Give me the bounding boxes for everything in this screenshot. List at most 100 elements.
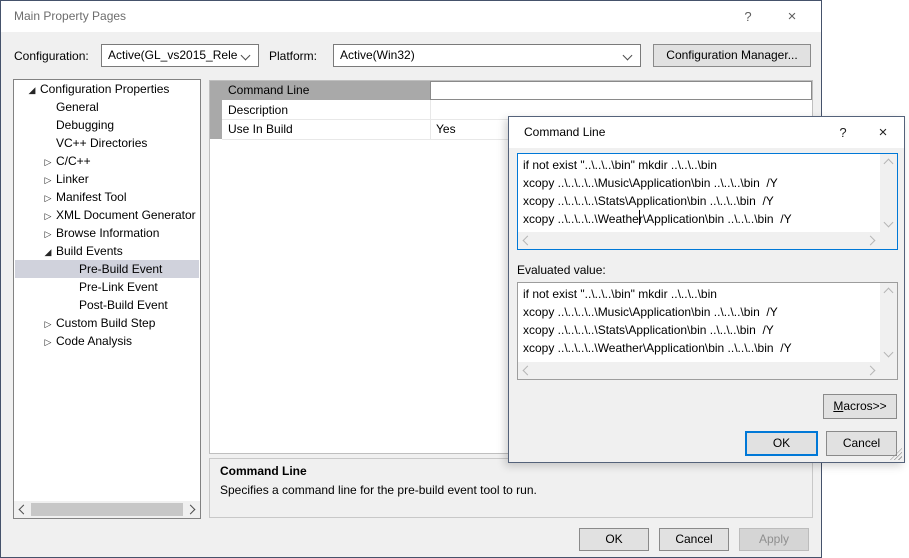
tree-collapsed-icon[interactable]: ▷ [40, 315, 56, 332]
command-line-text[interactable]: if not exist "..\..\..\bin" mkdir ..\..\… [518, 154, 880, 232]
vertical-scrollbar[interactable] [880, 283, 897, 362]
chevron-down-icon [241, 51, 251, 61]
apply-button: Apply [739, 528, 809, 551]
configuration-label: Configuration: [14, 49, 89, 63]
cancel-button[interactable]: Cancel [659, 528, 729, 551]
command-line-dialog: Command Line ? × if not exist "..\..\..\… [508, 116, 905, 463]
tree-item-linker[interactable]: ▷Linker [15, 170, 199, 188]
macros-label: Macros>> [824, 395, 896, 418]
grid-row-command-line[interactable]: Command Line [222, 81, 430, 100]
grid-column-divider[interactable] [430, 100, 431, 139]
horizontal-scrollbar[interactable] [518, 362, 880, 379]
property-name: Command Line [228, 81, 309, 100]
scroll-up-icon[interactable] [884, 159, 894, 169]
tree-expanded-icon[interactable]: ◢ [24, 81, 40, 98]
grid-row-use-in-build[interactable]: Use In Build [222, 120, 430, 139]
tree-item-label: XML Document Generator [56, 208, 196, 222]
scroll-up-icon[interactable] [884, 288, 894, 298]
tree-item-c-cpp[interactable]: ▷C/C++ [15, 152, 199, 170]
grid-row-description[interactable]: Description [222, 100, 430, 120]
tree-item-code-analysis[interactable]: ▷Code Analysis [15, 332, 199, 350]
scrollbar-corner [880, 232, 897, 249]
window-title: Main Property Pages [14, 9, 126, 23]
scroll-right-icon[interactable] [186, 505, 196, 515]
tree-item-pre-build-event[interactable]: Pre-Build Event [15, 260, 199, 278]
horizontal-scrollbar[interactable] [518, 232, 880, 249]
tree-item-general[interactable]: General [15, 98, 199, 116]
tree-expanded-icon[interactable]: ◢ [40, 243, 56, 260]
command-line-value-editbox[interactable] [430, 81, 812, 100]
macros-button[interactable]: Macros>> [823, 394, 897, 419]
close-icon[interactable]: × [866, 117, 900, 148]
tree-item-debugging[interactable]: Debugging [15, 116, 199, 134]
tree-item-build-events[interactable]: ◢Build Events [15, 242, 199, 260]
tree-item-label: Manifest Tool [56, 190, 126, 204]
dialog-cancel-button[interactable]: Cancel [826, 431, 897, 456]
tree-item-post-build-event[interactable]: Post-Build Event [15, 296, 199, 314]
property-name: Use In Build [228, 120, 293, 139]
cancel-label: Cancel [660, 529, 728, 550]
scroll-down-icon[interactable] [884, 218, 894, 228]
description-text: Specifies a command line for the pre-bui… [220, 483, 537, 497]
scroll-down-icon[interactable] [884, 348, 894, 358]
grid-row-gutter [210, 81, 222, 139]
ok-button[interactable]: OK [579, 528, 649, 551]
tree-item-label: Pre-Link Event [79, 280, 158, 294]
platform-label: Platform: [269, 49, 317, 63]
chevron-down-icon [623, 51, 633, 61]
tree-item-xml-document-generator[interactable]: ▷XML Document Generator [15, 206, 199, 224]
cancel-label: Cancel [827, 432, 896, 455]
tree-item-label: Linker [56, 172, 89, 186]
tree-item-vc-directories[interactable]: VC++ Directories [15, 134, 199, 152]
platform-dropdown[interactable]: Active(Win32) [333, 44, 641, 67]
scroll-left-icon[interactable] [523, 236, 533, 246]
configuration-dropdown[interactable]: Active(GL_vs2015_Release [101, 44, 259, 67]
description-title: Command Line [220, 464, 307, 478]
dialog-title: Command Line [524, 125, 605, 139]
tree-item-custom-build-step[interactable]: ▷Custom Build Step [15, 314, 199, 332]
tree-item-configuration-properties[interactable]: ◢Configuration Properties [15, 80, 199, 98]
dialog-titlebar[interactable]: Command Line ? × [509, 117, 904, 148]
tree-item-label: Custom Build Step [56, 316, 155, 330]
tree-item-label: VC++ Directories [56, 136, 147, 150]
dialog-ok-button[interactable]: OK [745, 431, 818, 456]
command-line-textbox[interactable]: if not exist "..\..\..\bin" mkdir ..\..\… [517, 153, 898, 250]
tree-item-manifest-tool[interactable]: ▷Manifest Tool [15, 188, 199, 206]
property-description-panel: Command Line Specifies a command line fo… [209, 458, 813, 518]
tree-item-browse-information[interactable]: ▷Browse Information [15, 224, 199, 242]
screen: Main Property Pages ? × Configuration: A… [0, 0, 909, 558]
help-icon[interactable]: ? [826, 117, 860, 148]
tree-collapsed-icon[interactable]: ▷ [40, 225, 56, 242]
tree-item-label: Code Analysis [56, 334, 132, 348]
apply-label: Apply [740, 529, 808, 550]
scroll-left-icon[interactable] [523, 366, 533, 376]
scroll-left-icon[interactable] [19, 505, 29, 515]
tree-item-label: General [56, 100, 99, 114]
scroll-right-icon[interactable] [866, 366, 876, 376]
text-caret [639, 210, 640, 225]
tree-item-label: Browse Information [56, 226, 159, 240]
scroll-right-icon[interactable] [866, 236, 876, 246]
ok-label: OK [747, 433, 816, 454]
tree-item-pre-link-event[interactable]: Pre-Link Event [15, 278, 199, 296]
scrollbar-thumb[interactable] [31, 503, 183, 516]
tree-collapsed-icon[interactable]: ▷ [40, 153, 56, 170]
tree-collapsed-icon[interactable]: ▷ [40, 333, 56, 350]
evaluated-value-textbox[interactable]: if not exist "..\..\..\bin" mkdir ..\..\… [517, 282, 898, 380]
main-window-titlebar[interactable]: Main Property Pages ? × [1, 1, 821, 32]
tree-collapsed-icon[interactable]: ▷ [40, 189, 56, 206]
tree-horizontal-scrollbar[interactable] [14, 501, 200, 518]
scrollbar-corner [880, 362, 897, 379]
tree-item-label: Debugging [56, 118, 114, 132]
configuration-value: Active(GL_vs2015_Release [108, 48, 238, 62]
close-icon[interactable]: × [775, 1, 809, 32]
help-icon[interactable]: ? [731, 1, 765, 32]
property-value[interactable]: Yes [436, 122, 456, 136]
tree-item-label: Post-Build Event [79, 298, 168, 312]
vertical-scrollbar[interactable] [880, 154, 897, 232]
tree-collapsed-icon[interactable]: ▷ [40, 207, 56, 224]
configuration-tree: ◢Configuration Properties General Debugg… [13, 79, 201, 519]
tree-collapsed-icon[interactable]: ▷ [40, 171, 56, 188]
configuration-manager-button[interactable]: Configuration Manager... [653, 44, 811, 67]
evaluated-value-text: if not exist "..\..\..\bin" mkdir ..\..\… [518, 283, 880, 362]
